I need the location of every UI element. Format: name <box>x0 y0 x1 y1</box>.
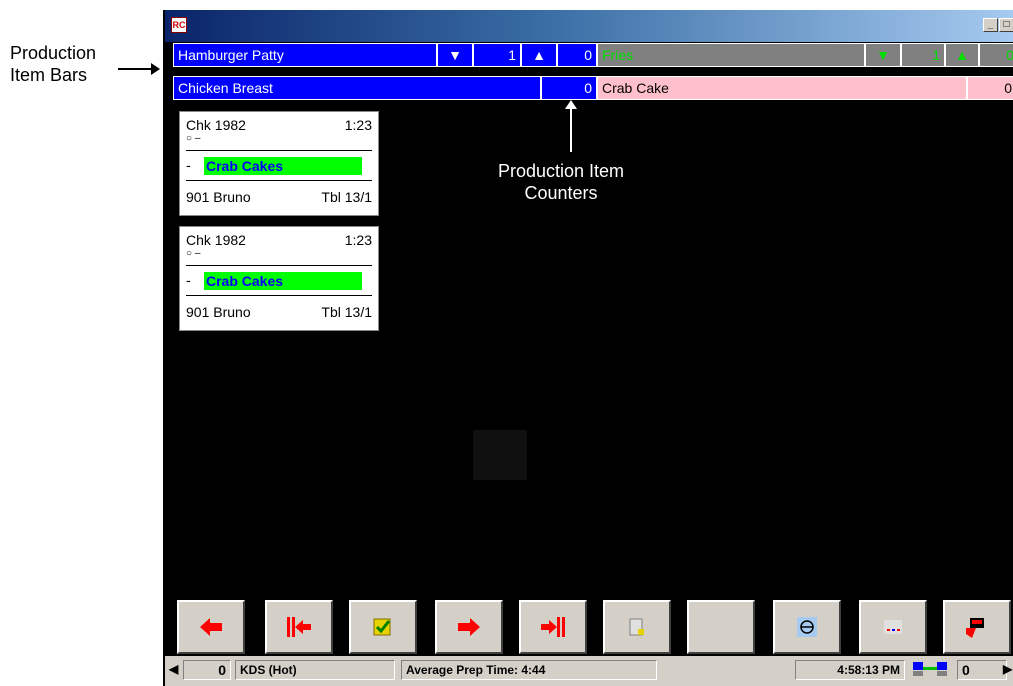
order-item[interactable]: - Crab Cakes <box>186 271 372 290</box>
bump-button[interactable] <box>349 600 417 654</box>
right-arrow-icon <box>458 618 480 636</box>
order-header: Chk 1982 1:23 <box>186 116 372 134</box>
fries-increment-icon[interactable]: ▲ <box>945 43 979 67</box>
station-name: KDS (Hot) <box>235 660 395 680</box>
item-dash: - <box>186 157 191 173</box>
kds-window: RC _ □ x Hamburger Patty ▼ 1 ▲ 0 Fries ▼… <box>163 10 1013 686</box>
status-bar: ◀ 0 KDS (Hot) Average Prep Time: 4:44 4:… <box>165 656 1013 686</box>
review-button[interactable] <box>603 600 671 654</box>
summary-icon <box>884 620 902 634</box>
server-name: 901 Bruno <box>186 304 251 320</box>
divider <box>186 180 372 181</box>
order-footer: 901 Bruno Tbl 13/1 <box>186 303 372 321</box>
annotation-counters-line2: Counters <box>524 183 598 203</box>
jump-end-button[interactable] <box>519 600 587 654</box>
hamburger-decrement-icon[interactable]: ▼ <box>437 43 473 67</box>
order-timer: 1:23 <box>344 117 372 133</box>
annotation-production-item-counters: Production Item Counters <box>471 160 651 204</box>
production-bar-chicken-breast[interactable]: Chicken Breast <box>173 76 541 100</box>
check-number: Chk 1982 <box>186 232 246 248</box>
fries-decrement-icon[interactable]: ▼ <box>865 43 901 67</box>
scroll-right-icon[interactable]: ▶ <box>1003 660 1013 680</box>
network-status-icon <box>907 660 955 680</box>
production-bar-crab-cake[interactable]: Crab Cake <box>597 76 967 100</box>
order-card[interactable]: Chk 1982 1:23 ○ – - Crab Cakes 901 Bruno… <box>179 111 379 216</box>
table-number: Tbl 13/1 <box>321 189 372 205</box>
scroll-left-icon[interactable]: ◀ <box>169 660 183 680</box>
bump-check-icon <box>373 618 391 636</box>
chicken-counter: 0 <box>541 76 597 100</box>
server-name: 901 Bruno <box>186 189 251 205</box>
recall-left-icon <box>287 617 311 637</box>
production-bar-fries[interactable]: Fries <box>597 43 865 67</box>
order-footer: 901 Bruno Tbl 13/1 <box>186 188 372 206</box>
steering-button[interactable] <box>773 600 841 654</box>
annotation-bars-line1: Production <box>10 43 97 63</box>
maximize-button[interactable]: □ <box>999 18 1013 32</box>
summary-button[interactable] <box>859 600 927 654</box>
average-prep-time: Average Prep Time: 4:44 <box>401 660 657 680</box>
crab-cake-counter: 0 <box>967 76 1013 100</box>
divider <box>186 150 372 151</box>
item-name: Crab Cakes <box>204 157 362 175</box>
table-number: Tbl 13/1 <box>321 304 372 320</box>
order-header: Chk 1982 1:23 <box>186 231 372 249</box>
order-card[interactable]: Chk 1982 1:23 ○ – - Crab Cakes 901 Bruno… <box>179 226 379 331</box>
left-arrow-icon <box>200 618 222 636</box>
annotation-counters-line1: Production Item <box>497 161 625 181</box>
annotation-arrow-up-icon <box>565 100 577 152</box>
fries-counter: 0 <box>979 43 1013 67</box>
seat-marker: ○ – <box>186 133 201 144</box>
print-button[interactable] <box>943 600 1011 654</box>
order-item[interactable]: - Crab Cakes <box>186 156 372 175</box>
order-timer: 1:23 <box>344 232 372 248</box>
screenshot-stage: Production Item Bars RC _ □ x Hamburger … <box>0 0 1013 686</box>
minimize-button[interactable]: _ <box>983 18 998 32</box>
jump-right-icon <box>541 617 565 637</box>
clock: 4:58:13 PM <box>795 660 905 680</box>
annotation-arrow-right-icon <box>118 63 160 75</box>
steering-icon <box>797 617 817 637</box>
next-button[interactable] <box>435 600 503 654</box>
recall-button[interactable] <box>265 600 333 654</box>
hamburger-increment-icon[interactable]: ▲ <box>521 43 557 67</box>
seat-marker: ○ – <box>186 248 201 259</box>
title-bar[interactable]: RC _ □ x <box>165 10 1013 42</box>
previous-button[interactable] <box>177 600 245 654</box>
check-number: Chk 1982 <box>186 117 246 133</box>
item-name: Crab Cakes <box>204 272 362 290</box>
item-dash: - <box>186 272 191 288</box>
hamburger-counter: 0 <box>557 43 597 67</box>
annotation-production-item-bars: Production Item Bars <box>10 42 140 86</box>
divider <box>186 265 372 266</box>
review-icon <box>629 618 644 636</box>
blank-button[interactable] <box>687 600 755 654</box>
production-bar-hamburger-patty[interactable]: Hamburger Patty <box>173 43 437 67</box>
printer-icon <box>966 618 984 638</box>
function-toolbar <box>173 598 1013 658</box>
divider <box>186 295 372 296</box>
app-logo-icon: RC <box>171 17 187 33</box>
right-order-count: 0 <box>957 660 1007 680</box>
fries-down-value: 1 <box>901 43 945 67</box>
left-order-count: 0 <box>183 660 231 680</box>
hamburger-down-value: 1 <box>473 43 521 67</box>
empty-region <box>473 430 527 480</box>
